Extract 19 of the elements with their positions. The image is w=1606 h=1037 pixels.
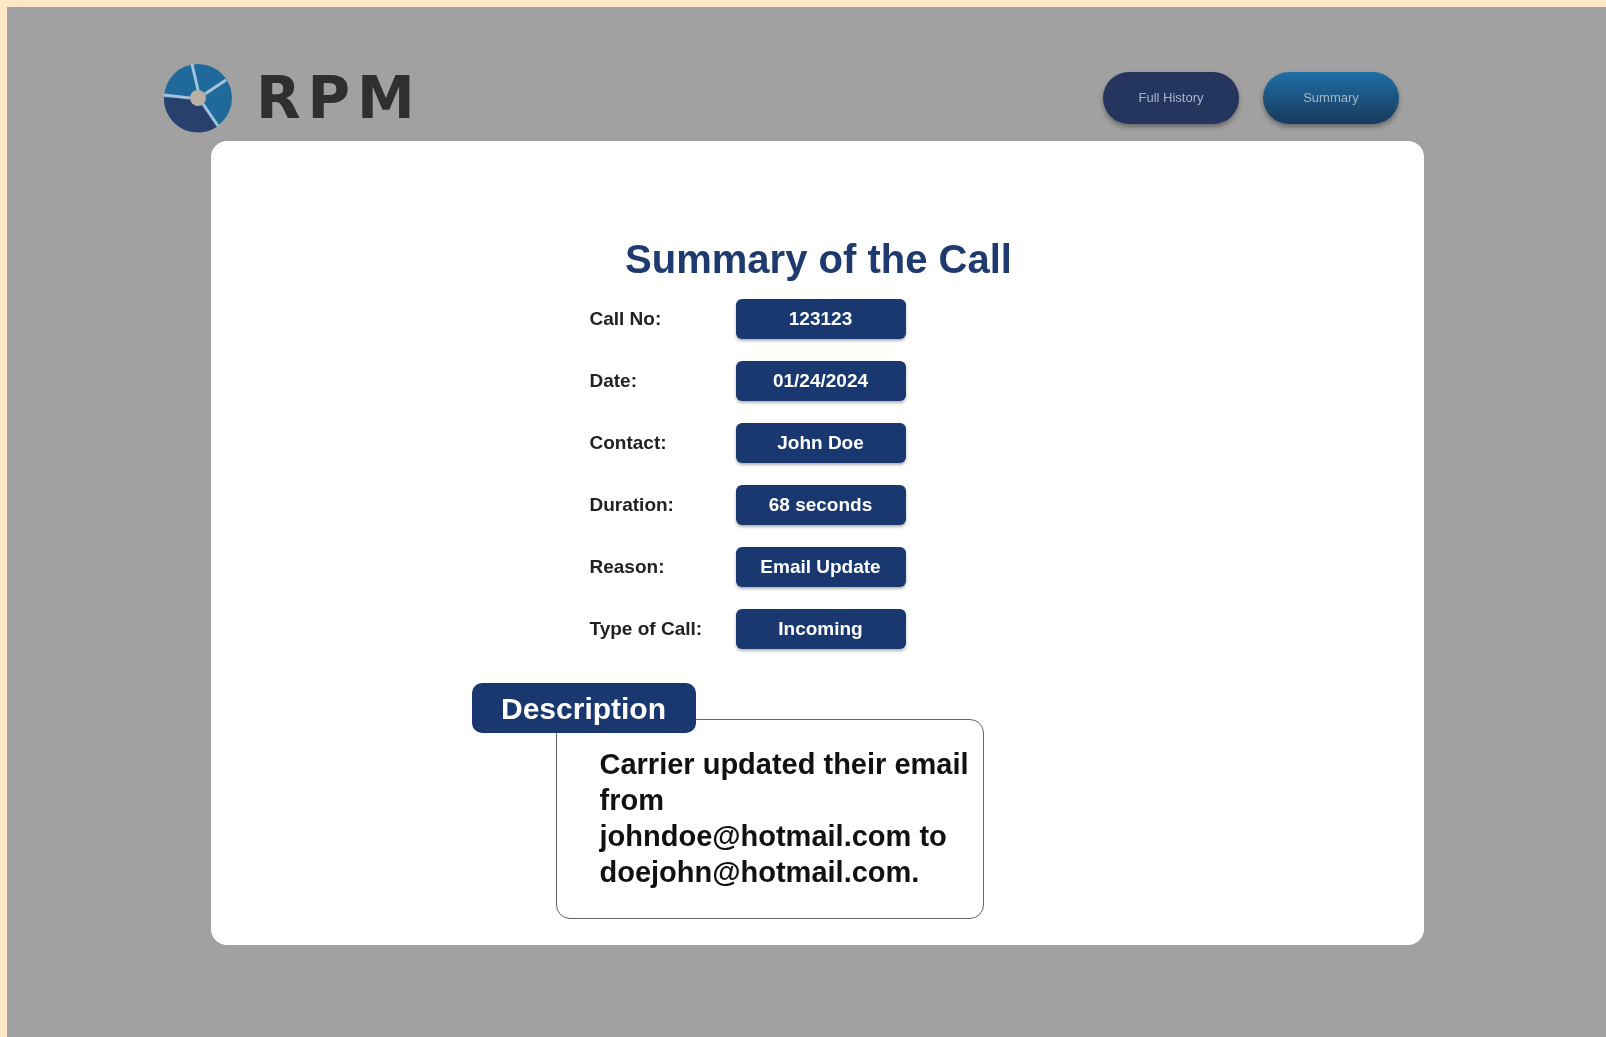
field-label: Contact: [589,430,668,455]
nav-tab-button[interactable]: Full History [1103,72,1239,124]
field-value: 123123 [735,299,906,339]
description-heading: Description [471,683,696,733]
field-value: John Doe [735,423,906,463]
nav-tab-button[interactable]: Summary [1263,72,1399,124]
field-label: Duration: [589,492,675,517]
field-value: Incoming [735,609,906,649]
field-value: 01/24/2024 [735,361,906,401]
field-label: Reason: [589,554,666,579]
description-text: Carrier updated their email from johndoe@hotmail.com to doejohn@hotmail.com. [599,747,970,890]
field-label: Call No: [589,306,663,331]
logo-wordmark: RPM [256,69,422,127]
field-value: Email Update [735,547,906,587]
field-label: Type of Call: [589,616,704,641]
page-title: Summary of the Call [625,236,1012,283]
field-value: 68 seconds [735,485,906,525]
field-label: Date: [589,368,638,393]
logo-wheel-icon [162,62,234,134]
